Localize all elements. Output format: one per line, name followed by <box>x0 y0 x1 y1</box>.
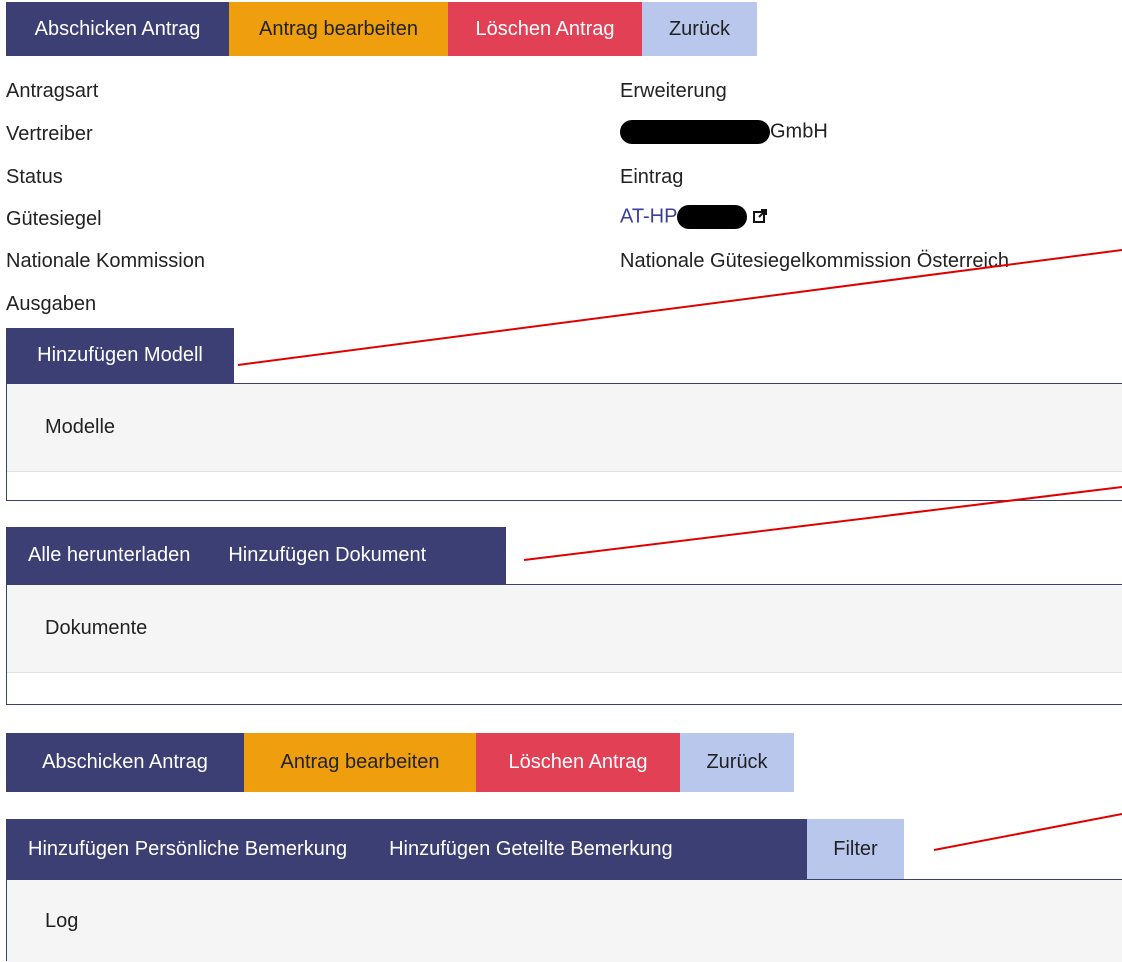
national-commission-label: Nationale Kommission <box>6 250 205 272</box>
documents-button-group: Alle herunterladen Hinzufügen Dokument <box>6 527 506 584</box>
download-all-button[interactable]: Alle herunterladen <box>28 544 190 567</box>
back-button[interactable]: Zurück <box>642 2 757 56</box>
top-action-bar: Abschicken Antrag Antrag bearbeiten Lösc… <box>6 2 757 56</box>
quality-seal-link[interactable]: AT-HP <box>620 205 767 229</box>
submit-application-button-bottom[interactable]: Abschicken Antrag <box>6 733 244 792</box>
distributor-label: Vertreiber <box>6 123 93 145</box>
annotation-line <box>933 813 1122 851</box>
status-value: Eintrag <box>620 166 684 188</box>
log-header-label: Log <box>45 909 79 932</box>
filter-button[interactable]: Filter <box>807 819 904 879</box>
add-document-button[interactable]: Hinzufügen Dokument <box>228 544 426 567</box>
application-type-label: Antragsart <box>6 80 99 102</box>
external-link-icon[interactable] <box>752 209 767 224</box>
models-panel: Modelle <box>6 383 1122 501</box>
log-panel: Log <box>6 879 1122 962</box>
documents-table-header: Dokumente <box>7 585 1122 673</box>
add-model-button[interactable]: Hinzufügen Modell <box>6 328 234 383</box>
status-label: Status <box>6 166 63 188</box>
back-button-bottom[interactable]: Zurück <box>680 733 794 792</box>
edit-application-button-bottom[interactable]: Antrag bearbeiten <box>244 733 476 792</box>
submit-application-button[interactable]: Abschicken Antrag <box>6 2 229 56</box>
quality-seal-label: Gütesiegel <box>6 208 102 230</box>
documents-header-label: Dokumente <box>45 617 148 639</box>
log-table-header: Log <box>7 880 1122 962</box>
expenses-label: Ausgaben <box>6 293 97 315</box>
models-header-label: Modelle <box>45 416 116 438</box>
documents-panel: Dokumente <box>6 584 1122 705</box>
redaction-mark <box>677 205 748 229</box>
application-type-value: Erweiterung <box>620 80 727 102</box>
add-personal-note-button[interactable]: Hinzufügen Persönliche Bemerkung <box>28 838 347 861</box>
national-commission-value: Nationale Gütesiegelkommission Österreic… <box>620 250 1010 272</box>
distributor-suffix: GmbH <box>770 120 828 143</box>
documents-toolbar: Alle herunterladen Hinzufügen Dokument <box>6 527 506 584</box>
log-toolbar: Hinzufügen Persönliche Bemerkung Hinzufü… <box>6 819 904 879</box>
edit-application-button[interactable]: Antrag bearbeiten <box>229 2 448 56</box>
log-button-group: Hinzufügen Persönliche Bemerkung Hinzufü… <box>6 819 807 879</box>
bottom-action-bar: Abschicken Antrag Antrag bearbeiten Lösc… <box>6 733 794 792</box>
delete-application-button-bottom[interactable]: Löschen Antrag <box>476 733 680 792</box>
models-toolbar: Hinzufügen Modell <box>6 328 234 383</box>
distributor-value: GmbH <box>620 120 828 144</box>
add-shared-note-button[interactable]: Hinzufügen Geteilte Bemerkung <box>389 838 673 861</box>
delete-application-button[interactable]: Löschen Antrag <box>448 2 642 56</box>
models-table-header: Modelle <box>7 384 1122 472</box>
quality-seal-link-text[interactable]: AT-HP <box>620 205 677 227</box>
redaction-mark <box>620 120 770 144</box>
